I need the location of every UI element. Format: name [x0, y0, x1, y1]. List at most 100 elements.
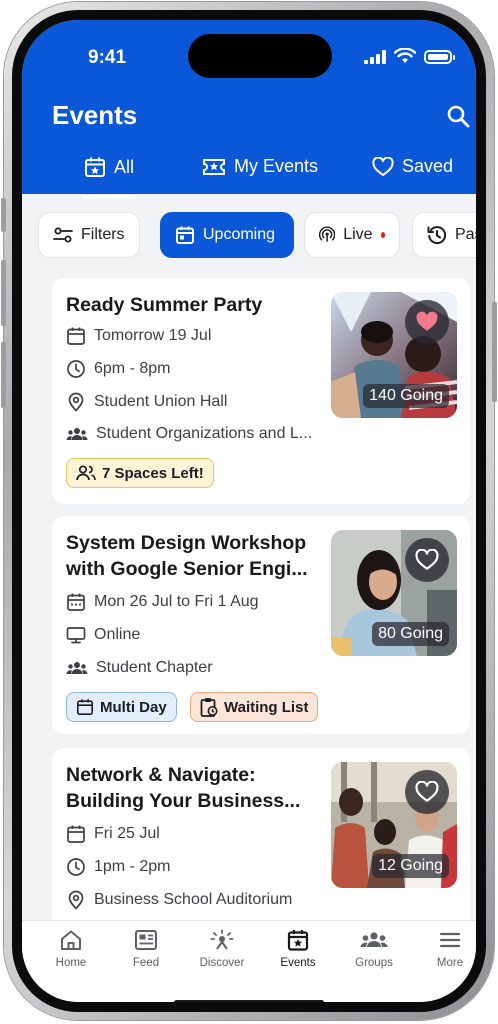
upcoming-label: Upcoming: [203, 226, 276, 243]
volume-up-button: [1, 260, 6, 326]
live-label: Live: [343, 226, 373, 243]
filter-chips: Filters Upcoming Live Pa: [22, 212, 476, 262]
event-location-text: Online: [94, 626, 141, 643]
heart-outline-icon: [372, 156, 394, 176]
bezel: 9:41 Events All My Events Saved Filters …: [12, 10, 486, 1012]
spaces-left-badge: 7 Spaces Left!: [66, 458, 214, 488]
events-icon: [287, 930, 309, 951]
event-organizer-text: Student Organizations and L...: [96, 425, 313, 442]
location-pin-icon: [68, 890, 84, 910]
location-pin-icon: [68, 392, 84, 412]
going-count: 80 Going: [372, 622, 449, 646]
phone-frame: 9:41 Events All My Events Saved Filters …: [1, 2, 497, 1020]
tab-my-events[interactable]: My Events: [202, 156, 318, 177]
sliders-icon: [53, 227, 73, 243]
status-time: 9:41: [88, 47, 127, 68]
heart-outline-icon: [415, 781, 439, 802]
app-header: 9:41 Events All My Events Saved: [22, 20, 476, 194]
calendar-icon: [67, 327, 85, 345]
calendar-icon: [67, 825, 85, 843]
power-button: [492, 302, 497, 402]
tab-my-events-label: My Events: [234, 156, 319, 176]
event-card[interactable]: Network & Navigate: Building Your Busine…: [52, 748, 470, 948]
filters-button[interactable]: Filters: [38, 212, 140, 258]
group-icon: [66, 662, 88, 674]
menu-icon: [439, 932, 461, 948]
multi-day-badge: Multi Day: [66, 692, 177, 722]
event-location-text: Student Union Hall: [94, 393, 228, 410]
event-date-text: Mon 26 Jul to Fri 1 Aug: [94, 593, 259, 610]
calendar-range-icon: [76, 699, 94, 716]
nav-more-label: More: [436, 957, 464, 969]
calendar-range-icon: [67, 593, 85, 611]
past-label: Past: [454, 226, 476, 243]
nav-events[interactable]: Events: [268, 929, 328, 969]
dynamic-island: [188, 34, 332, 78]
event-time-text: 1pm - 2pm: [94, 858, 171, 875]
event-image: 80 Going: [331, 530, 457, 656]
waiting-list-label: Waiting List: [224, 698, 309, 716]
waiting-list-badge: Waiting List: [190, 692, 319, 722]
mute-switch: [1, 198, 6, 232]
event-time: 1pm - 2pm: [66, 857, 326, 877]
group-icon: [66, 428, 88, 440]
cellular-signal-icon: [364, 50, 386, 64]
groups-icon: [360, 932, 388, 947]
nav-home-label: Home: [55, 957, 87, 969]
event-location-text: Business School Auditorium: [94, 891, 293, 908]
nav-more[interactable]: More: [420, 929, 476, 969]
nav-feed-label: Feed: [132, 957, 160, 969]
live-indicator-dot: [380, 232, 385, 238]
event-date: Fri 25 Jul: [66, 824, 326, 844]
event-date-text: Fri 25 Jul: [94, 825, 160, 842]
volume-down-button: [1, 342, 6, 408]
screen: 9:41 Events All My Events Saved Filters …: [22, 20, 476, 1002]
event-location: Online: [66, 625, 326, 645]
ticket-star-icon: [203, 158, 225, 175]
nav-groups[interactable]: Groups: [344, 929, 404, 969]
page-title: Events: [52, 100, 138, 130]
event-image: 140 Going: [331, 292, 457, 418]
nav-groups-label: Groups: [355, 957, 393, 969]
event-time-text: 6pm - 8pm: [94, 360, 171, 377]
nav-home[interactable]: Home: [41, 929, 101, 969]
calendar-icon: [176, 226, 194, 244]
event-card[interactable]: Ready Summer Party Tomorrow 19 Jul 6pm -…: [52, 278, 470, 504]
broadcast-icon: [319, 226, 336, 242]
search-icon[interactable]: [446, 104, 470, 128]
tab-all-label: All: [114, 156, 135, 177]
live-chip[interactable]: Live: [304, 212, 400, 258]
tab-saved[interactable]: Saved: [372, 156, 453, 177]
home-indicator: [174, 1000, 324, 1002]
nav-feed[interactable]: Feed: [116, 929, 176, 969]
clipboard-clock-icon: [200, 698, 218, 717]
event-date-text: Tomorrow 19 Jul: [94, 327, 212, 344]
battery-nub: [453, 55, 455, 60]
event-card[interactable]: System Design Workshop with Google Senio…: [52, 516, 470, 734]
upcoming-chip[interactable]: Upcoming: [160, 212, 294, 258]
event-title: Ready Summer Party: [66, 294, 263, 316]
status-bar: 9:41: [22, 20, 476, 80]
tab-saved-label: Saved: [402, 156, 454, 176]
favorite-button[interactable]: [405, 770, 449, 814]
bottom-nav: Home Feed Discover Events Groups More: [22, 920, 476, 1002]
event-date: Tomorrow 19 Jul: [66, 326, 326, 346]
tab-all[interactable]: All: [84, 156, 134, 178]
clock-icon: [67, 360, 85, 378]
discover-icon: [210, 929, 234, 950]
feed-icon: [135, 930, 157, 950]
favorite-button[interactable]: [405, 300, 449, 344]
going-count: 12 Going: [372, 854, 449, 878]
event-location: Student Union Hall: [66, 392, 326, 412]
calendar-star-icon: [85, 157, 105, 177]
past-chip[interactable]: Past: [412, 212, 476, 258]
heart-filled-icon: [416, 311, 438, 331]
battery-icon: [424, 50, 452, 64]
filters-label: Filters: [81, 226, 125, 243]
nav-discover[interactable]: Discover: [192, 929, 252, 969]
event-organizer: Student Organizations and L...: [66, 424, 326, 444]
event-tabs: All My Events Saved: [22, 152, 476, 194]
home-icon: [61, 930, 81, 950]
favorite-button[interactable]: [405, 538, 449, 582]
spaces-left-label: 7 Spaces Left!: [102, 464, 204, 482]
